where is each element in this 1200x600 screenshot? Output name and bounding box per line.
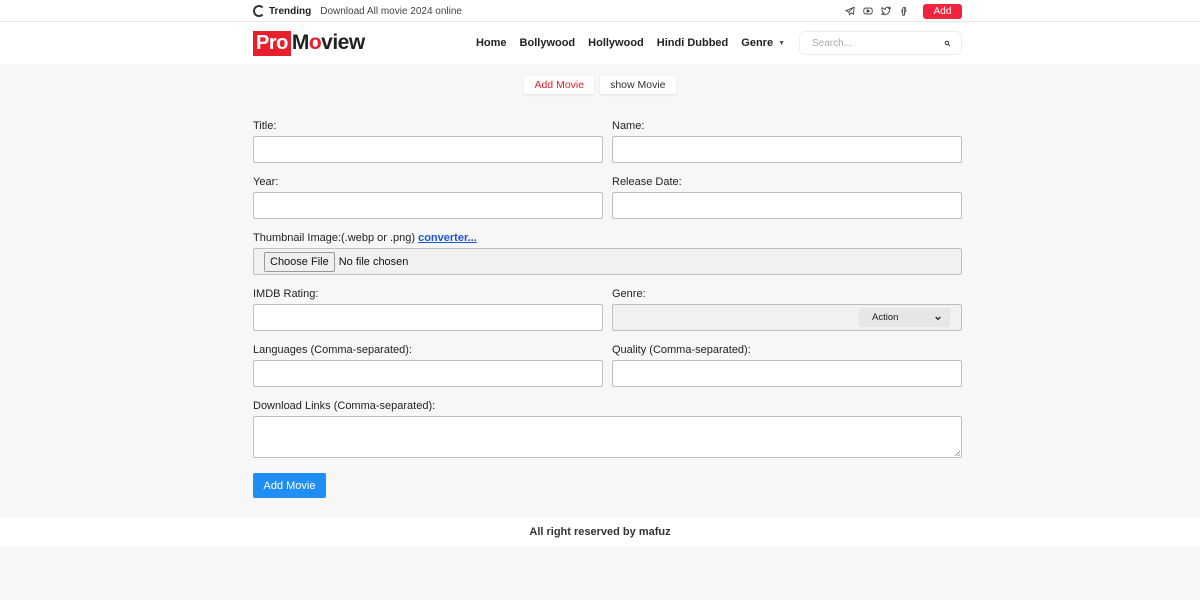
nav-hindi-dubbed[interactable]: Hindi Dubbed [657, 37, 729, 49]
search-input[interactable] [812, 37, 944, 49]
release-date-label: Release Date: [612, 176, 682, 188]
download-links-label: Download Links (Comma-separated): [253, 400, 436, 412]
name-label: Name: [612, 120, 645, 132]
file-status: No file chosen [338, 255, 409, 268]
name-input[interactable] [612, 136, 962, 163]
year-input[interactable] [253, 192, 603, 219]
genre-field: Action [612, 304, 962, 331]
languages-input[interactable] [253, 360, 603, 387]
top-bar-actions: Add [841, 3, 962, 19]
add-movie-submit-button[interactable]: Add Movie [253, 473, 326, 498]
chevron-down-icon [935, 316, 941, 320]
tab-bar: Add Movie show Movie [0, 76, 1200, 94]
chevron-down-icon: ▼ [778, 39, 785, 47]
logo-rest: view [321, 31, 365, 54]
trending-icon [253, 5, 265, 17]
trending-text: Download All movie 2024 online [320, 5, 462, 17]
logo[interactable]: Pro Moview [253, 30, 365, 56]
search-box [799, 31, 962, 55]
nav-genre-label: Genre [741, 37, 774, 49]
footer-text: All right reserved by mafuz [529, 526, 671, 538]
tab-show-movie[interactable]: show Movie [600, 76, 676, 94]
logo-pro: Pro [253, 30, 291, 56]
thumbnail-label-text: Thumbnail Image:(.webp or .png) [253, 232, 416, 244]
release-date-input[interactable] [612, 192, 962, 219]
resize-grip-icon[interactable] [954, 450, 960, 456]
nav-bollywood[interactable]: Bollywood [520, 37, 576, 49]
download-links-textarea[interactable] [253, 416, 962, 458]
thumbnail-file-input: Choose File No file chosen [253, 248, 962, 275]
main-header: Pro Moview Home Bollywood Hollywood Hind… [0, 22, 1200, 64]
imdb-rating-input[interactable] [253, 304, 603, 331]
trending-label: Trending [269, 5, 312, 17]
logo-o: o [308, 31, 322, 54]
year-label: Year: [253, 176, 279, 188]
add-movie-form: Title: Name: Year: Release Date: Thumbna… [253, 119, 962, 498]
tab-add-movie[interactable]: Add Movie [524, 76, 595, 94]
nav-genre-dropdown[interactable]: Genre ▼ [741, 37, 785, 49]
telegram-icon[interactable] [841, 6, 859, 16]
title-input[interactable] [253, 136, 603, 163]
genre-selected-value: Action [872, 312, 899, 323]
genre-select[interactable]: Action [859, 308, 950, 327]
quality-label: Quality (Comma-separated): [612, 344, 751, 356]
footer: All right reserved by mafuz [0, 517, 1200, 547]
title-label: Title: [253, 120, 277, 132]
thumbnail-label: Thumbnail Image:(.webp or .png) converte… [253, 231, 962, 246]
logo-moview: Moview [292, 31, 365, 55]
nav-home[interactable]: Home [476, 37, 507, 49]
imdb-rating-label: IMDB Rating: [253, 288, 319, 300]
logo-m: M [291, 31, 310, 54]
nav-hollywood[interactable]: Hollywood [588, 37, 644, 49]
search-icon[interactable] [944, 39, 951, 48]
converter-link[interactable]: converter... [418, 232, 477, 244]
top-add-button[interactable]: Add [923, 3, 962, 19]
languages-label: Languages (Comma-separated): [253, 344, 412, 356]
twitter-icon[interactable] [877, 6, 895, 16]
quality-input[interactable] [612, 360, 962, 387]
top-bar: Trending Download All movie 2024 online … [0, 0, 1200, 22]
main-nav: Home Bollywood Hollywood Hindi Dubbed Ge… [463, 37, 785, 49]
choose-file-button[interactable]: Choose File [264, 251, 335, 272]
genre-label: Genre: [612, 288, 646, 300]
youtube-icon[interactable] [859, 6, 877, 16]
facebook-icon[interactable] [895, 6, 913, 16]
